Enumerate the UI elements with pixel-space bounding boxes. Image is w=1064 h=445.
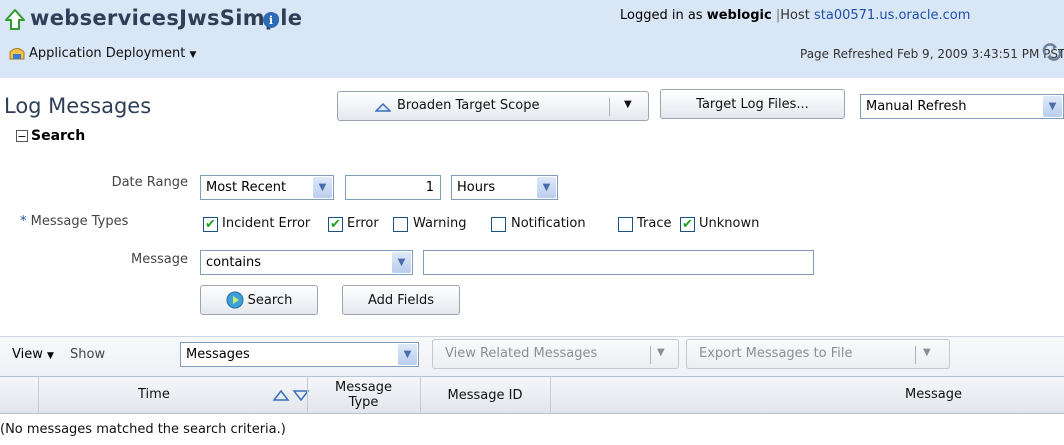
login-info: Logged in as weblogic |Host sta00571.us.… [620,8,971,23]
message-label: Message [131,252,188,267]
column-time-label: Time [138,387,170,402]
logged-in-prefix: Logged in as [620,8,703,23]
column-message-label: Message [905,387,962,402]
show-value: Messages [186,347,250,362]
search-button[interactable]: Search [200,285,318,315]
search-section-title: Search [31,128,86,144]
message-types-label: Message Types [30,214,129,229]
message-types-label-wrap: * Message Types [20,214,128,229]
notification-checkbox[interactable] [491,217,506,232]
chevron-down-icon[interactable]: ▼ [624,99,632,110]
chevron-down-icon[interactable]: ▼ [923,347,931,358]
date-range-label: Date Range [111,175,188,190]
home-arrow-icon[interactable] [4,8,26,32]
broaden-scope-button[interactable]: Broaden Target Scope ▼ [337,91,649,121]
page-title: Log Messages [4,94,152,118]
warning-checkbox[interactable] [393,217,408,232]
chevron-down-icon: ▼ [313,177,332,198]
chevron-down-icon: ▼ [398,344,417,365]
error-checkbox[interactable]: ✔ [328,217,343,232]
play-circle-icon [226,291,244,309]
notification-label: Notification [511,216,586,231]
required-star: * [20,214,27,229]
chevron-down-icon: ▼ [47,351,54,361]
unknown-label: Unknown [699,216,760,231]
view-menu[interactable]: View ▼ [12,347,54,362]
target-log-files-button[interactable]: Target Log Files... [660,89,845,119]
add-fields-button[interactable]: Add Fields [342,285,460,315]
column-message-type[interactable]: Message Type [307,377,420,413]
search-section-header[interactable]: − Search [16,128,85,144]
host-prefix: Host [780,8,810,23]
table-header: Time Message Type Message ID Message [0,376,1064,414]
date-unit-value: Hours [457,180,496,195]
page-refreshed: Page Refreshed Feb 9, 2009 3:43:51 PM PS… [800,47,1064,61]
column-message[interactable]: Message [550,377,1064,413]
refresh-mode-value: Manual Refresh [866,99,967,114]
chevron-down-icon: ▼ [537,177,556,198]
show-select[interactable]: Messages ▼ [180,342,419,367]
search-button-label: Search [247,292,293,308]
date-range-select[interactable]: Most Recent ▼ [200,175,334,200]
sort-icon[interactable] [272,388,312,402]
refresh-icon[interactable] [1041,43,1063,61]
view-related-messages-button[interactable]: View Related Messages ▼ [432,339,679,369]
chevron-down-icon: ▼ [189,50,197,60]
trace-checkbox[interactable] [618,217,633,232]
collapse-icon[interactable]: − [16,130,28,142]
message-operator-select[interactable]: contains ▼ [200,250,413,275]
show-label: Show [70,347,106,362]
message-operator-value: contains [206,255,262,270]
target-log-files-label: Target Log Files... [696,96,809,112]
info-icon[interactable]: i [263,12,279,28]
incident-error-label: Incident Error [222,216,311,231]
column-message-id[interactable]: Message ID [420,377,550,413]
error-label: Error [347,216,379,231]
column-message-type-label: Message Type [335,380,392,410]
incident-error-checkbox[interactable]: ✔ [203,217,218,232]
export-label: Export Messages to File [699,346,853,361]
chevron-down-icon: ▼ [1043,96,1062,117]
column-message-id-label: Message ID [447,387,523,403]
date-range-value: Most Recent [206,180,287,195]
user-name: weblogic [706,8,772,23]
host-link[interactable]: sta00571.us.oracle.com [814,8,970,23]
refresh-mode-select[interactable]: Manual Refresh ▼ [860,94,1064,119]
date-amount-input[interactable]: 1 [345,175,441,200]
unknown-checkbox[interactable]: ✔ [680,217,695,232]
deployment-icon [9,48,25,60]
message-input[interactable] [423,250,814,275]
export-messages-button[interactable]: Export Messages to File ▼ [686,339,950,369]
deployment-menu-label: Application Deployment [29,46,186,61]
trace-label: Trace [637,216,672,231]
column-time[interactable]: Time [38,377,260,413]
warning-label: Warning [413,216,467,231]
date-unit-select[interactable]: Hours ▼ [451,175,558,200]
deployment-menu[interactable]: Application Deployment ▼ [29,46,196,61]
triangle-up-icon [375,102,391,112]
chevron-down-icon: ▼ [392,252,411,273]
view-menu-label: View [12,347,43,362]
chevron-down-icon[interactable]: ▼ [657,347,665,358]
view-related-label: View Related Messages [445,346,598,361]
app-title: webservicesJwsSimple [30,6,303,30]
empty-table-message: (No messages matched the search criteria… [0,422,286,437]
broaden-scope-label: Broaden Target Scope [397,98,540,113]
add-fields-label: Add Fields [367,292,435,308]
